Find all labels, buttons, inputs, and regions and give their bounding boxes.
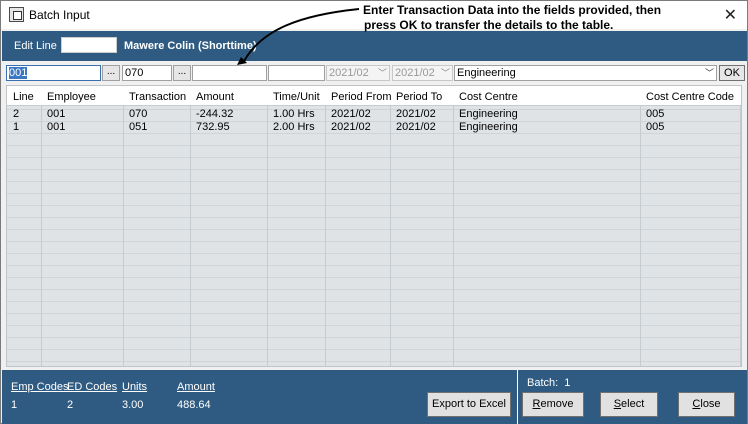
period-from-value: 2021/02: [329, 67, 369, 79]
time-unit-input[interactable]: [268, 65, 325, 81]
emp-codes-label: Emp Codes: [11, 381, 69, 393]
annotation-line-1: Enter Transaction Data into the fields p…: [363, 3, 662, 17]
batch-indicator: Batch: 1: [527, 377, 570, 389]
chevron-down-icon: ﹀: [440, 68, 450, 78]
app-icon: [9, 7, 24, 22]
period-from-select[interactable]: 2021/02 ﹀: [326, 65, 390, 81]
header-amount[interactable]: Amount: [196, 91, 234, 103]
annotation-text: Enter Transaction Data into the fields p…: [363, 3, 661, 33]
emp-codes-value: 1: [11, 399, 18, 411]
period-to-value: 2021/02: [395, 67, 435, 79]
edit-line-field[interactable]: [61, 37, 117, 53]
footer-divider: [517, 370, 518, 424]
edit-line-bar: Edit Line Mawere Colin (Shorttime): [2, 31, 747, 61]
batch-label: Batch:: [527, 377, 559, 389]
export-to-excel-button[interactable]: Export to Excel: [427, 392, 511, 417]
table-header: Line Employee Transaction Amount Time/Un…: [7, 86, 741, 106]
transaction-lookup-button[interactable]: ...: [173, 65, 191, 81]
period-to-select[interactable]: 2021/02 ﹀: [392, 65, 453, 81]
annotation-arrow: [237, 8, 360, 65]
close-icon[interactable]: ✕: [724, 5, 737, 25]
units-label: Units: [122, 381, 148, 393]
remove-button[interactable]: Remove: [522, 392, 584, 417]
chevron-down-icon: ﹀: [377, 68, 387, 78]
transaction-input[interactable]: 070: [122, 65, 172, 81]
transaction-input-row: 001 ... 070 ... 2021/02 ﹀ 2021/02 ﹀ Engi…: [2, 63, 747, 83]
batch-input-window: Batch Input ✕ Edit Line Mawere Colin (Sh…: [0, 0, 748, 424]
cost-centre-value: Engineering: [457, 67, 516, 79]
employee-input[interactable]: 001: [6, 65, 101, 81]
annotation-line-2: press OK to transfer the details to the …: [364, 18, 614, 32]
edit-line-label: Edit Line: [14, 40, 57, 52]
ed-codes-value: 2: [67, 399, 74, 411]
window-title: Batch Input: [29, 8, 90, 22]
cost-centre-select[interactable]: Engineering ﹀: [454, 65, 717, 81]
summary-footer: Emp Codes 1 ED Codes 2 Units 3.00 Amount…: [2, 370, 747, 424]
amount-input[interactable]: [192, 65, 267, 81]
header-time-unit[interactable]: Time/Unit: [273, 91, 320, 103]
batch-value: 1: [564, 377, 571, 389]
header-cost-centre[interactable]: Cost Centre: [459, 91, 518, 103]
transaction-table: Line Employee Transaction Amount Time/Un…: [6, 85, 742, 367]
table-row[interactable]: 1 001 051 732.95 2.00 Hrs 2021/02 2021/0…: [7, 121, 741, 133]
header-period-from[interactable]: Period From: [331, 91, 392, 103]
employee-lookup-button[interactable]: ...: [102, 65, 120, 81]
header-employee[interactable]: Employee: [47, 91, 96, 103]
header-line[interactable]: Line: [13, 91, 34, 103]
amount-value: 488.64: [177, 399, 211, 411]
header-transaction[interactable]: Transaction: [129, 91, 186, 103]
table-row[interactable]: 2 001 070 -244.32 1.00 Hrs 2021/02 2021/…: [7, 108, 741, 120]
header-period-to[interactable]: Period To: [396, 91, 442, 103]
select-button[interactable]: Select: [600, 392, 658, 417]
header-cost-centre-code[interactable]: Cost Centre Code: [646, 91, 734, 103]
ed-codes-label: ED Codes: [67, 381, 118, 393]
chevron-down-icon: ﹀: [704, 68, 714, 78]
amount-label: Amount: [177, 381, 215, 393]
close-button[interactable]: Close: [678, 392, 735, 417]
ok-button[interactable]: OK: [719, 65, 745, 81]
units-value: 3.00: [122, 399, 144, 411]
